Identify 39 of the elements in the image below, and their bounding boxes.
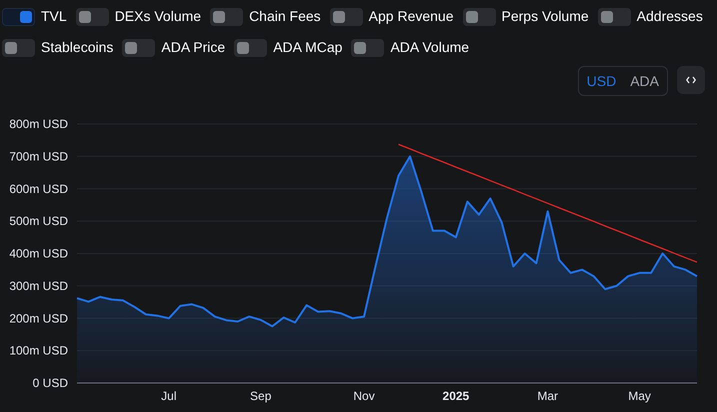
toggle-label: DEXs Volume xyxy=(114,7,202,26)
toggle-switch[interactable] xyxy=(330,8,363,26)
toggle-label: Chain Fees xyxy=(249,7,321,26)
code-button[interactable] xyxy=(677,66,705,94)
toggle-switch[interactable] xyxy=(462,8,496,26)
toggle-label: Addresses xyxy=(636,7,703,26)
toggle-label: ADA MCap xyxy=(273,38,342,57)
toggle-switch[interactable] xyxy=(122,38,156,56)
toggle-label: TVL xyxy=(41,7,67,26)
x-axis-label: Jul xyxy=(161,389,177,403)
toggle-label: Perps Volume xyxy=(502,7,589,26)
toggle-switch[interactable] xyxy=(598,8,631,26)
y-axis-label: 600m USD xyxy=(9,182,68,196)
toggle-switch[interactable] xyxy=(2,38,35,56)
toggle-switch[interactable] xyxy=(76,8,109,26)
y-axis-label: 800m USD xyxy=(9,117,68,131)
x-axis-label: May xyxy=(628,389,651,403)
y-axis-label: 400m USD xyxy=(9,246,68,260)
y-axis-label: 100m USD xyxy=(9,344,68,358)
y-axis-label: 300m USD xyxy=(9,278,68,293)
y-axis-label: 500m USD xyxy=(9,214,68,228)
x-axis-label: Nov xyxy=(353,389,375,403)
toggle-switch[interactable] xyxy=(234,38,268,56)
toggle-switch[interactable] xyxy=(2,8,35,26)
currency-option[interactable]: USD xyxy=(586,70,616,92)
toggle-switch[interactable] xyxy=(210,8,244,26)
toggle-label: ADA Volume xyxy=(390,38,470,57)
y-axis-label: 0 USD xyxy=(32,376,68,390)
toggle-label: Stablecoins xyxy=(41,38,114,57)
y-axis-label: 700m USD xyxy=(9,149,68,164)
toggle-switch[interactable] xyxy=(351,38,384,56)
code-icon xyxy=(686,76,696,84)
toggle-label: App Revenue xyxy=(368,7,454,26)
toggle-label: ADA Price xyxy=(161,38,226,57)
x-axis-label: Mar xyxy=(537,389,558,403)
x-axis-label: Sep xyxy=(250,389,272,403)
x-axis-label: 2025 xyxy=(442,389,470,403)
currency-option[interactable]: ADA xyxy=(630,70,659,92)
y-axis-label: 200m USD xyxy=(9,311,68,326)
